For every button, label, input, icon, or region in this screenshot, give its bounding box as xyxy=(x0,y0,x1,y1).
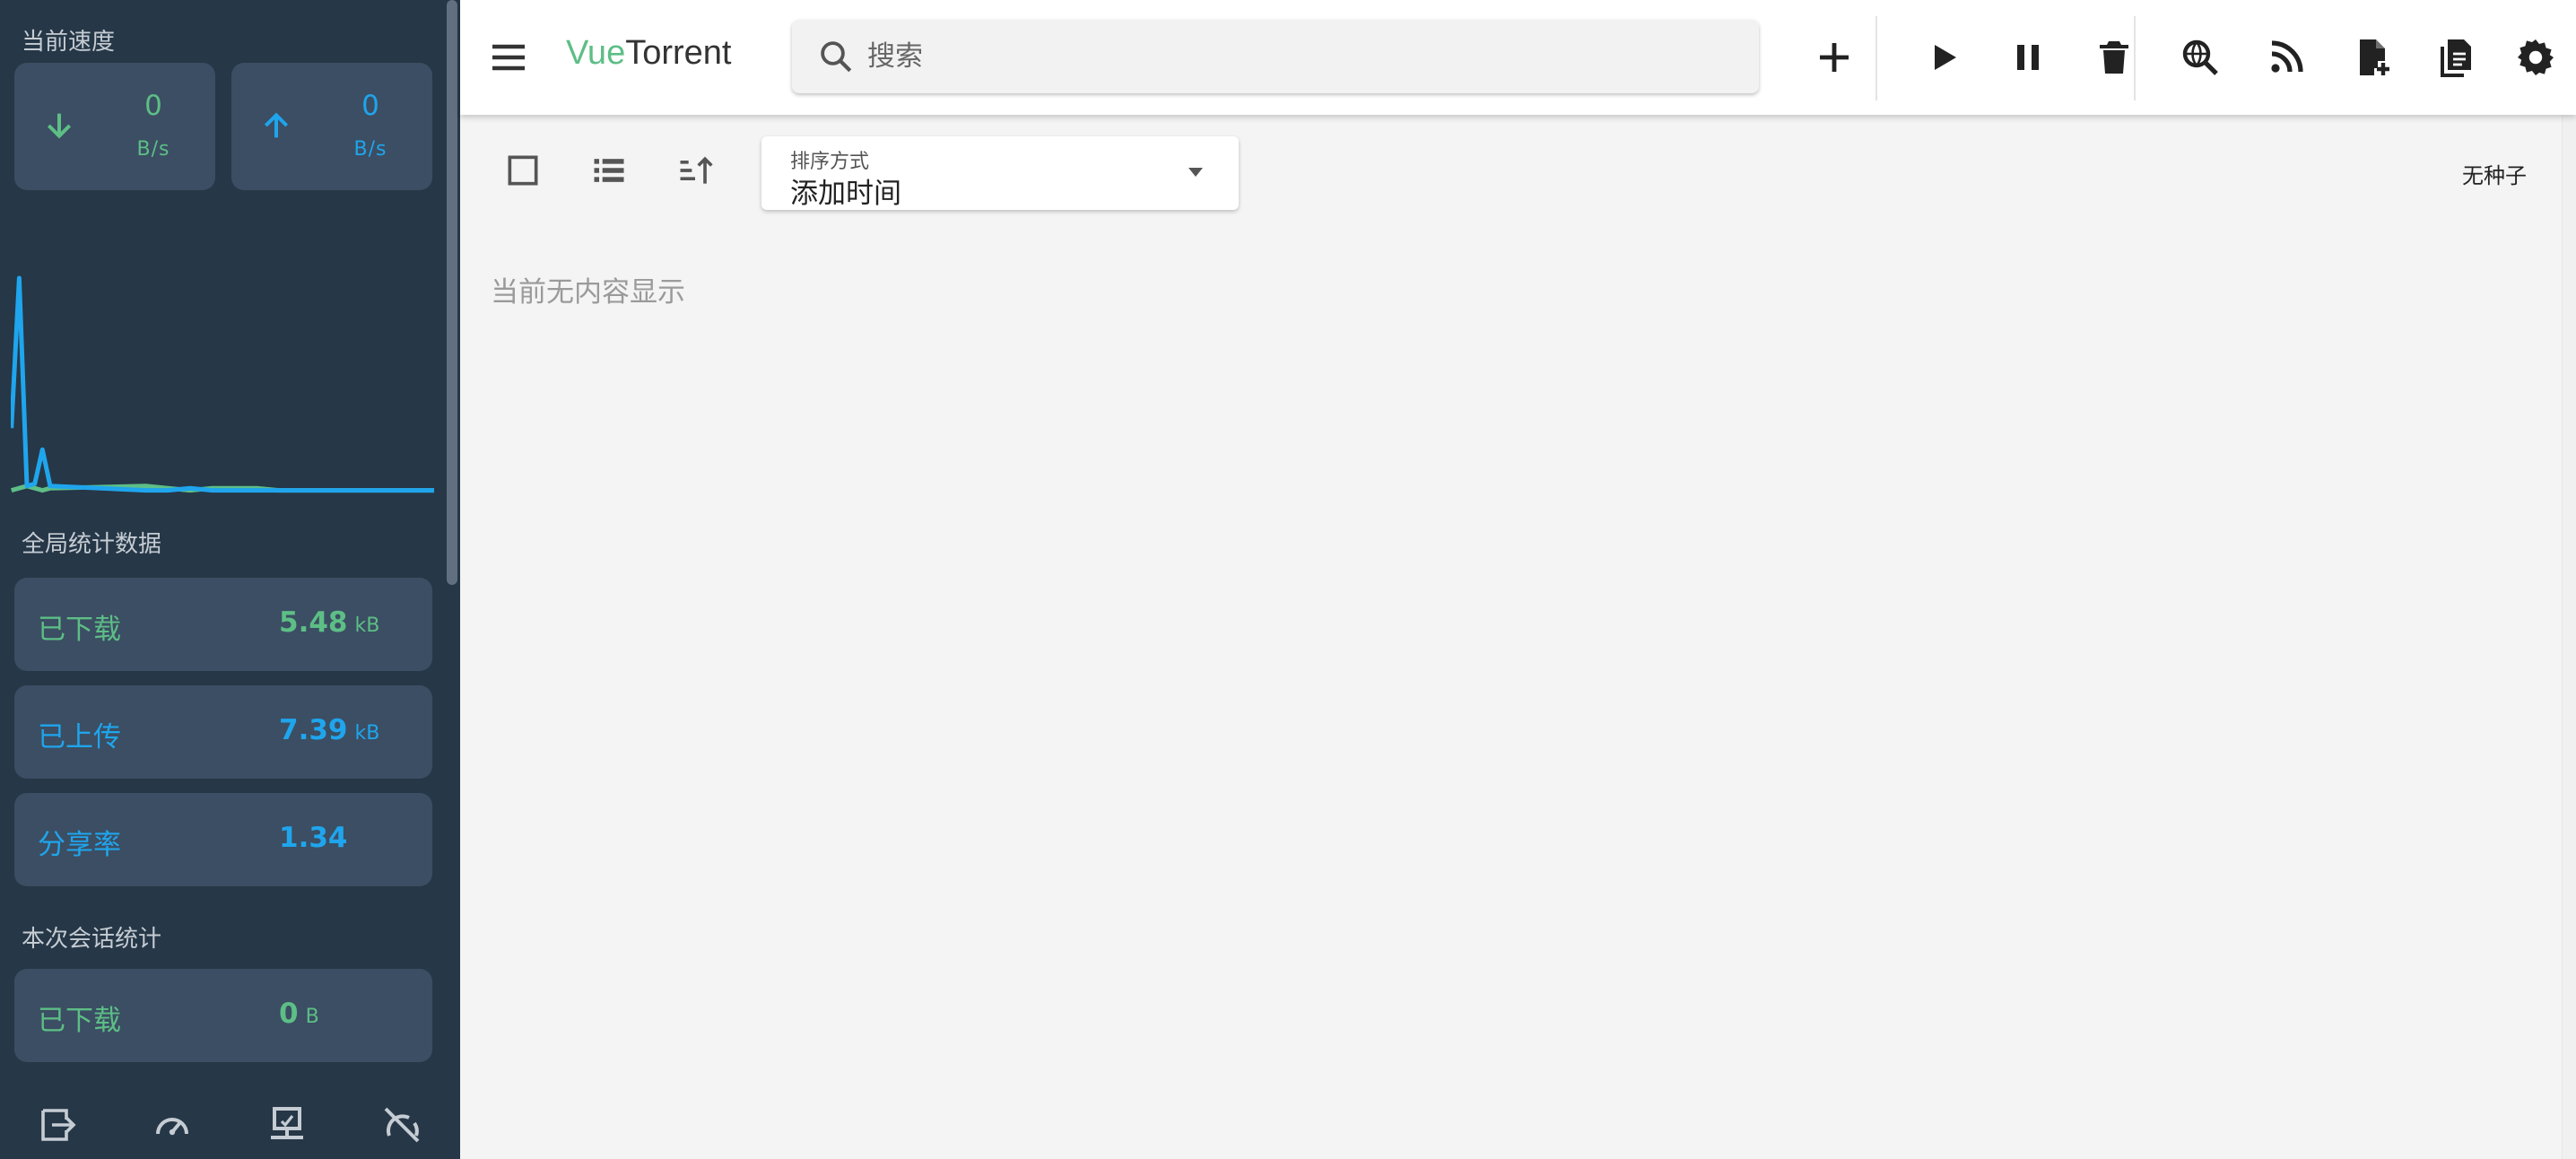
global-downloaded-card: 已下载 5.48 kB xyxy=(14,578,432,671)
toolbar-separator xyxy=(2134,16,2136,100)
session-downloaded-label: 已下载 xyxy=(38,1005,121,1037)
sidebar-content: 当前速度 0 B/s 0 B/s 全局统计数据 已下载 5.48 kB 已上传 7… xyxy=(0,0,448,1076)
download-speed-unit: B/s xyxy=(136,138,170,161)
menu-icon[interactable] xyxy=(487,36,530,79)
page-scrollbar[interactable] xyxy=(2562,115,2576,1159)
logs-icon[interactable] xyxy=(2435,36,2478,79)
search-input[interactable] xyxy=(867,32,1728,81)
chart-series-line xyxy=(11,275,434,493)
session-downloaded-value: 0B xyxy=(279,998,319,1030)
speedometer-icon[interactable] xyxy=(151,1103,194,1146)
delete-icon[interactable] xyxy=(2093,36,2136,79)
list-view-icon[interactable] xyxy=(589,151,629,190)
app-title: VueTorrent xyxy=(566,34,732,72)
upload-speed-unit: B/s xyxy=(353,138,387,161)
global-uploaded-value: 7.39 kB xyxy=(279,714,380,746)
sort-ascending-icon[interactable] xyxy=(675,151,715,190)
global-downloaded-value: 5.48 kB xyxy=(279,606,380,639)
alt-speed-off-icon[interactable] xyxy=(380,1103,423,1146)
session-stats-label: 本次会话统计 xyxy=(22,926,162,953)
share-ratio-card: 分享率 1.34 xyxy=(14,793,432,886)
play-icon[interactable] xyxy=(1922,36,1965,79)
search-box xyxy=(792,20,1759,93)
share-ratio-value: 1.34 xyxy=(279,822,348,854)
share-ratio-label: 分享率 xyxy=(38,829,121,861)
sidebar: 当前速度 0 B/s 0 B/s 全局统计数据 已下载 5.48 kB 已上传 7… xyxy=(0,0,460,1159)
sort-select[interactable]: 排序方式 添加时间 xyxy=(761,136,1239,210)
pause-icon[interactable] xyxy=(2006,36,2049,79)
sort-value: 添加时间 xyxy=(790,178,901,210)
network-computer-icon[interactable] xyxy=(265,1103,309,1146)
speed-chart xyxy=(11,275,434,493)
main-content: 排序方式 添加时间 无种子 当前无内容显示 xyxy=(460,115,2576,1159)
search-web-icon[interactable] xyxy=(2179,36,2222,79)
upload-speed-value: 0 xyxy=(361,90,379,122)
select-all-checkbox-icon[interactable] xyxy=(503,151,543,190)
session-downloaded-card: 已下载 0B xyxy=(14,969,432,1062)
arrow-down-icon xyxy=(47,113,72,139)
add-file-icon[interactable] xyxy=(2351,36,2394,79)
current-speed-label: 当前速度 xyxy=(22,29,116,56)
sidebar-bottom-bar xyxy=(0,1087,460,1159)
search-icon xyxy=(821,41,852,73)
global-uploaded-card: 已上传 7.39 kB xyxy=(14,685,432,779)
logout-icon[interactable] xyxy=(36,1103,79,1146)
app-header: VueTorrent xyxy=(460,0,2576,115)
add-icon[interactable] xyxy=(1813,36,1856,79)
chevron-down-icon xyxy=(1188,168,1203,177)
torrent-count: 无种子 xyxy=(2462,163,2527,188)
global-uploaded-label: 已上传 xyxy=(38,721,121,754)
arrow-up-icon xyxy=(264,112,289,138)
toolbar-separator xyxy=(1875,16,1877,100)
rss-icon[interactable] xyxy=(2265,36,2308,79)
upload-speed-card: 0 B/s xyxy=(231,63,432,190)
global-stats-label: 全局统计数据 xyxy=(22,531,162,558)
sidebar-scrollbar[interactable] xyxy=(447,0,457,585)
download-speed-value: 0 xyxy=(144,90,162,122)
empty-message: 当前无内容显示 xyxy=(491,276,685,309)
settings-icon[interactable] xyxy=(2514,36,2557,79)
global-downloaded-label: 已下载 xyxy=(38,614,121,646)
download-speed-card: 0 B/s xyxy=(14,63,215,190)
